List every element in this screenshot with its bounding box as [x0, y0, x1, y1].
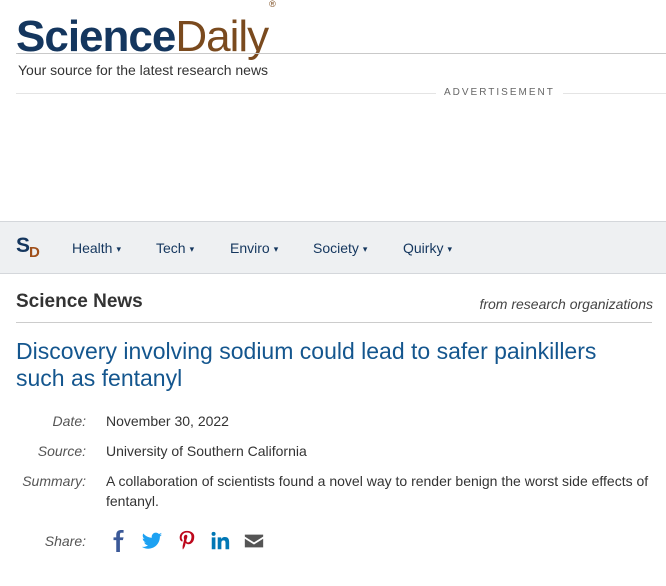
source-label: Source: [37, 443, 86, 459]
nav-item-label: Quirky [403, 240, 444, 256]
chevron-down-icon: ▾ [273, 244, 279, 254]
advertisement-divider [16, 93, 666, 94]
nav-item-label: Society [313, 240, 359, 256]
share-label: Share: [44, 533, 86, 549]
chevron-down-icon: ▾ [447, 244, 452, 254]
summary-label: Summary: [22, 473, 86, 489]
section-divider [16, 322, 652, 323]
advertisement-label: ADVERTISEMENT [436, 87, 563, 98]
facebook-icon[interactable] [108, 530, 130, 552]
article-summary: A collaboration of scientists found a no… [106, 473, 649, 509]
nav-logo-s: S [16, 234, 31, 257]
nav-logo-d: D [29, 244, 40, 261]
article-source: University of Southern California [106, 443, 307, 459]
header-divider [16, 53, 666, 54]
nav-item-health[interactable]: Health ▾ [72, 240, 121, 256]
chevron-down-icon: ▾ [116, 244, 121, 254]
nav-item-enviro[interactable]: Enviro ▾ [230, 240, 278, 256]
nav-item-label: Tech [156, 240, 186, 256]
nav-home-logo[interactable]: SD [16, 234, 41, 261]
twitter-icon[interactable] [141, 530, 163, 552]
site-tagline: Your source for the latest research news [18, 62, 269, 78]
date-label: Date: [52, 413, 86, 429]
article-headline: Discovery involving sodium could lead to… [16, 338, 597, 391]
chevron-down-icon: ▾ [362, 244, 368, 254]
nav-item-label: Enviro [230, 240, 270, 256]
email-icon[interactable] [243, 530, 265, 552]
nav-item-society[interactable]: Society ▾ [313, 240, 367, 256]
article-date: November 30, 2022 [106, 413, 229, 429]
registered-mark: ® [269, 0, 276, 9]
section-title: Science News [16, 291, 143, 312]
linkedin-icon[interactable] [209, 530, 231, 552]
chevron-down-icon: ▾ [189, 244, 195, 254]
nav-item-quirky[interactable]: Quirky ▾ [403, 240, 452, 256]
nav-item-tech[interactable]: Tech ▾ [156, 240, 194, 256]
nav-item-label: Health [72, 240, 113, 256]
main-navigation: SD Health ▾ Tech ▾ Enviro ▾ Society ▾ Quirky… [0, 221, 666, 274]
section-subtitle: from research organizations [479, 296, 653, 312]
pinterest-icon[interactable] [176, 530, 198, 552]
